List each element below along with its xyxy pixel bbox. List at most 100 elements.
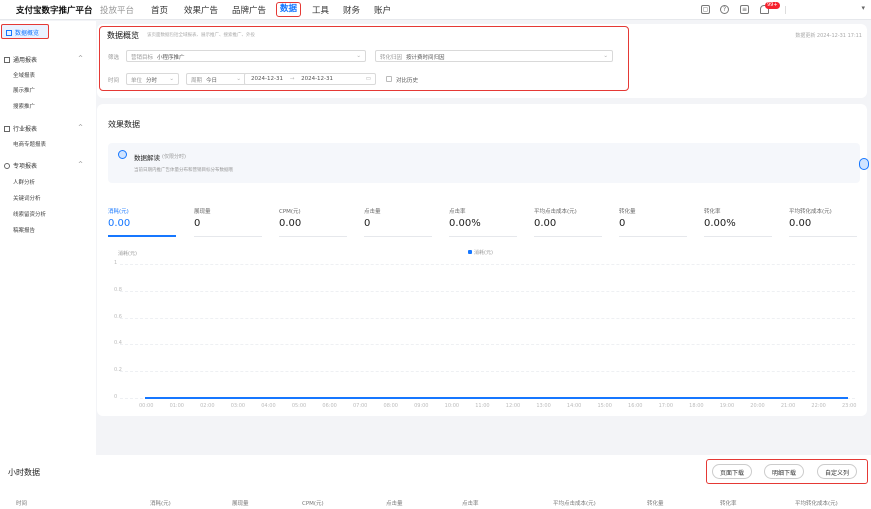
notification-badge: 99+ (765, 2, 780, 9)
sidebar-group-special[interactable]: 专项报表 (4, 161, 37, 170)
calendar-icon: ▭ (365, 76, 371, 82)
metric-underline (789, 236, 857, 237)
metric-underline (364, 236, 432, 237)
hourly-title: 小时数据 (8, 468, 40, 477)
assistant-robot-icon[interactable] (859, 158, 869, 170)
select-label: 营销目标 (131, 55, 154, 61)
update-time: 数据更新 2024-12-31 17:11 (795, 33, 862, 39)
sidebar-item-all[interactable]: 全域报表 (13, 71, 35, 79)
metric-label-cost[interactable]: 消耗(元) (108, 207, 129, 215)
metric-underline (619, 236, 687, 237)
unit-select[interactable]: 单位 分时 ⌄ (126, 73, 179, 85)
insight-title: 数据解读 (134, 154, 160, 162)
metric-label-cpa[interactable]: 平均转化成本(元) (789, 207, 832, 215)
chevron-down-icon[interactable]: ▾ (861, 4, 865, 12)
chevron-down-icon: ⌄ (169, 76, 174, 82)
time-label: 时间 (108, 78, 120, 84)
chevron-down-icon: ⌄ (603, 53, 608, 59)
metric-value-cpc: 0.00 (534, 218, 557, 229)
compare-checkbox[interactable] (386, 76, 392, 82)
detail-download-button[interactable]: 明细下载 (764, 464, 805, 479)
nav-data[interactable]: 数据 (276, 2, 302, 17)
nav-performance-ads[interactable]: 效果广告 (184, 4, 218, 16)
sidebar: 数据概览 通用报表 ^ 全域报表 展示推广 搜索推广 行业报表 ^ 电商专题报表… (0, 21, 96, 509)
metric-value-conversions: 0 (619, 218, 626, 229)
column-header-time: 时间 (16, 501, 28, 507)
chevron-up-icon[interactable]: ^ (78, 161, 83, 168)
date-end: 2024-12-31 (301, 76, 334, 82)
sidebar-item-label: 数据概览 (15, 30, 40, 37)
column-header-conversions[interactable]: 转化量 (647, 499, 664, 507)
page-download-button[interactable]: 页面下载 (712, 464, 753, 479)
select-value: 分时 (146, 78, 158, 84)
sidebar-item-audience[interactable]: 人群分析 (13, 178, 35, 186)
overview-description: 该页面数据包括全域报表、展示推广、搜索推广、外投 (147, 33, 255, 38)
series-svg (145, 397, 848, 399)
message-icon[interactable]: ▢ (701, 5, 710, 14)
marketing-target-select[interactable]: 营销目标 小程序推广 ⌄ (126, 50, 366, 62)
select-value: 今日 (206, 78, 218, 84)
metric-label-ctr[interactable]: 点击率 (449, 207, 466, 215)
metric-value-cpa: 0.00 (789, 218, 812, 229)
date-range-picker[interactable]: 2024-12-31 → 2024-12-31 ▭ (244, 73, 376, 85)
brand-subtitle: 投放平台 (100, 6, 135, 16)
column-header-cvr[interactable]: 转化率 (720, 499, 737, 507)
sidebar-group-label: 专项报表 (13, 163, 38, 170)
filter-label: 筛选 (108, 55, 120, 61)
effect-title: 效果数据 (108, 120, 140, 129)
insight-text: 当前日期内推广告体量分布和营销目标分布数据哦 (134, 168, 233, 173)
date-separator: → (289, 76, 295, 82)
document-icon[interactable]: ≡ (740, 5, 749, 14)
notification-bell[interactable]: 99+ (760, 2, 780, 14)
column-header-cpc[interactable]: 平均点击成本(元) (553, 499, 596, 507)
column-header-cost[interactable]: 消耗(元) (150, 499, 171, 507)
sidebar-item-leads[interactable]: 线索留资分析 (13, 210, 46, 218)
chevron-up-icon[interactable]: ^ (78, 124, 83, 131)
metric-label-cpc[interactable]: 平均点击成本(元) (534, 207, 577, 215)
column-header-ctr[interactable]: 点击率 (462, 499, 479, 507)
metric-label-cpm[interactable]: CPM(元) (279, 207, 301, 215)
chart-icon (4, 57, 10, 63)
conversion-attribution-select[interactable]: 转化归因 按计费时间归因 ⌄ (375, 50, 613, 62)
nav-finance[interactable]: 财务 (343, 4, 360, 16)
metric-underline (449, 236, 517, 237)
insight-tag: (仅限分时) (162, 154, 186, 160)
sidebar-item-report[interactable]: 稿案报告 (13, 226, 35, 234)
metric-label-impressions[interactable]: 展现量 (194, 207, 211, 215)
clock-icon (4, 163, 10, 169)
metric-label-clicks[interactable]: 点击量 (364, 207, 381, 215)
metric-label-conversions[interactable]: 转化量 (619, 207, 636, 215)
nav-home[interactable]: 首页 (151, 4, 168, 16)
select-label: 单位 (131, 78, 143, 84)
metric-value-impressions: 0 (194, 218, 201, 229)
sidebar-group-industry[interactable]: 行业报表 (4, 124, 37, 133)
metric-label-cvr[interactable]: 转化率 (704, 207, 721, 215)
sidebar-item-overview[interactable]: 数据概览 (1, 24, 49, 39)
nav-account[interactable]: 账户 (374, 4, 391, 16)
custom-columns-button[interactable]: 自定义列 (817, 464, 858, 479)
sidebar-item-ecommerce[interactable]: 电商专题报表 (13, 140, 46, 148)
data-insight-panel (108, 143, 860, 183)
period-select[interactable]: 周期 今日 ⌄ (186, 73, 246, 85)
select-value: 按计费时间归因 (406, 55, 445, 61)
help-icon[interactable]: ? (720, 5, 729, 14)
column-header-impressions[interactable]: 展现量 (232, 499, 249, 507)
active-metric-indicator (108, 235, 176, 237)
sidebar-group-label: 通用报表 (13, 57, 38, 64)
brand-title[interactable]: 支付宝数字推广平台 (16, 4, 93, 16)
robot-icon (118, 150, 127, 159)
column-header-cpa[interactable]: 平均转化成本(元) (795, 499, 838, 507)
chevron-up-icon[interactable]: ^ (78, 55, 83, 62)
chevron-down-icon: ⌄ (236, 76, 241, 82)
metric-underline (194, 236, 262, 237)
sidebar-item-keyword[interactable]: 关键词分析 (13, 194, 41, 202)
sidebar-item-search[interactable]: 搜索推广 (13, 102, 35, 110)
sidebar-item-display[interactable]: 展示推广 (13, 86, 35, 94)
column-header-clicks[interactable]: 点击量 (386, 499, 403, 507)
sidebar-group-label: 行业报表 (13, 126, 38, 133)
nav-tools[interactable]: 工具 (312, 4, 329, 16)
column-header-cpm[interactable]: CPM(元) (302, 499, 324, 507)
sidebar-group-general[interactable]: 通用报表 (4, 55, 37, 64)
divider (785, 6, 786, 14)
nav-brand-ads[interactable]: 品牌广告 (232, 4, 266, 16)
